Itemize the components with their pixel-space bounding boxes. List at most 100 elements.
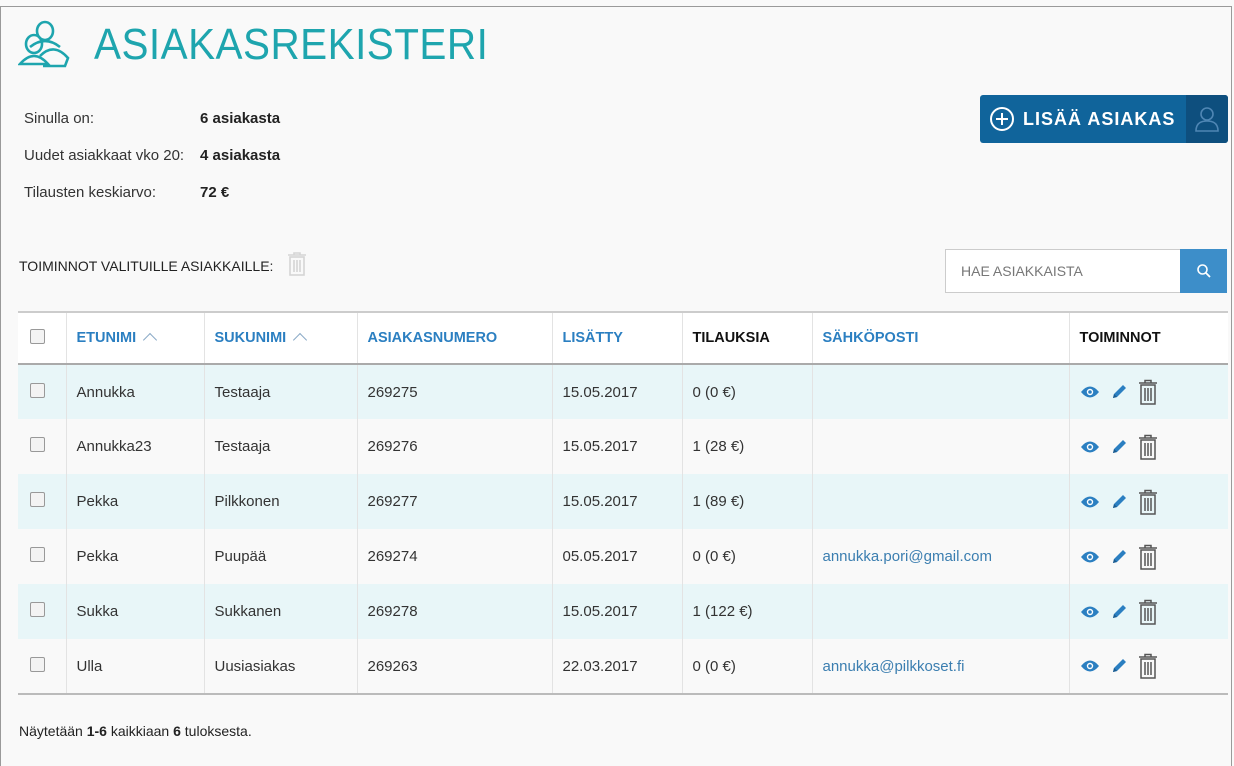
add-customer-button[interactable]: LISÄÄ ASIAKAS xyxy=(980,95,1228,143)
cell-actions xyxy=(1069,639,1228,694)
search-icon xyxy=(1196,264,1211,278)
stat-label: Uudet asiakkaat vko 20: xyxy=(24,147,185,164)
cell-email[interactable]: annukka@pilkkoset.fi xyxy=(812,639,1070,694)
edit-icon[interactable] xyxy=(1110,548,1128,566)
cell-email[interactable] xyxy=(812,584,1070,639)
row-select-cell xyxy=(18,364,67,419)
column-header-firstname[interactable]: ETUNIMI xyxy=(66,312,205,364)
stat-row: Tilausten keskiarvo: 72 € xyxy=(24,174,280,211)
view-icon[interactable] xyxy=(1080,550,1100,564)
table-row: Pekka Pilkkonen 269277 15.05.2017 1 (89 €) xyxy=(18,474,1228,529)
bulk-delete-icon[interactable] xyxy=(287,252,307,279)
view-icon[interactable] xyxy=(1080,385,1100,399)
select-all-checkbox[interactable] xyxy=(30,328,45,344)
page-header: ASIAKASREKISTERI xyxy=(18,20,523,70)
search-input[interactable] xyxy=(945,249,1180,293)
row-checkbox[interactable] xyxy=(30,437,45,452)
cell-email[interactable] xyxy=(812,419,1070,474)
view-icon[interactable] xyxy=(1080,605,1100,619)
cell-added: 05.05.2017 xyxy=(552,529,683,584)
results-range: 1-6 xyxy=(86,723,107,739)
row-checkbox[interactable] xyxy=(30,382,45,398)
page-title: ASIAKASREKISTERI xyxy=(94,20,489,69)
stat-label: Sinulla on: xyxy=(24,110,95,127)
row-select-cell xyxy=(18,529,67,584)
cell-actions xyxy=(1069,364,1228,419)
delete-icon[interactable] xyxy=(1138,489,1158,515)
stat-value: 4 asiakasta xyxy=(200,147,281,164)
cell-added: 22.03.2017 xyxy=(552,639,683,694)
cell-actions xyxy=(1069,419,1228,474)
search-button[interactable] xyxy=(1180,249,1227,293)
cell-firstname: Annukka23 xyxy=(66,419,205,474)
cell-firstname: Pekka xyxy=(66,474,205,529)
delete-icon[interactable] xyxy=(1138,434,1158,460)
edit-icon[interactable] xyxy=(1110,657,1128,675)
cell-orders: 1 (122 €) xyxy=(682,584,813,639)
cell-orders: 1 (28 €) xyxy=(682,419,813,474)
results-prefix: Näytetään xyxy=(19,723,83,739)
cell-firstname: Annukka xyxy=(66,364,205,419)
row-checkbox[interactable] xyxy=(30,602,45,617)
table-row: Pekka Puupää 269274 05.05.2017 0 (0 €) annukk… xyxy=(18,529,1228,584)
cell-orders: 0 (0 €) xyxy=(682,529,813,584)
row-select-cell xyxy=(18,419,67,474)
cell-lastname: Testaaja xyxy=(204,364,358,419)
cell-email[interactable] xyxy=(812,364,1070,419)
column-header-actions: TOIMINNOT xyxy=(1079,330,1161,346)
bulk-actions-label: TOIMINNOT VALITUILLE ASIAKKAILLE: xyxy=(19,257,274,274)
column-header-number[interactable]: ASIAKASNUMERO xyxy=(357,312,553,364)
table-header-row: ETUNIMI SUKUNIMI ASIAKASNUMERO LISÄTTY T… xyxy=(18,312,1228,364)
cell-firstname: Pekka xyxy=(66,529,205,584)
cell-number: 269275 xyxy=(357,364,553,419)
edit-icon[interactable] xyxy=(1110,383,1128,401)
stat-row: Sinulla on: 6 asiakasta xyxy=(24,100,280,137)
column-header-orders: TILAUKSIA xyxy=(682,312,813,364)
add-customer-label: LISÄÄ ASIAKAS xyxy=(1023,108,1176,129)
column-header-email[interactable]: SÄHKÖPOSTI xyxy=(812,312,1070,364)
delete-icon[interactable] xyxy=(1138,653,1158,679)
customers-icon xyxy=(18,20,70,68)
cell-added: 15.05.2017 xyxy=(552,364,683,419)
delete-icon[interactable] xyxy=(1138,599,1158,625)
cell-firstname: Sukka xyxy=(66,584,205,639)
customer-search xyxy=(945,249,1227,293)
results-total: 6 xyxy=(173,723,181,739)
table-row: Ulla Uusiasiakas 269263 22.03.2017 0 (0 €) an… xyxy=(18,639,1228,694)
edit-icon[interactable] xyxy=(1110,493,1128,511)
cell-email[interactable] xyxy=(812,474,1070,529)
edit-icon[interactable] xyxy=(1110,438,1128,456)
edit-icon[interactable] xyxy=(1110,603,1128,621)
cell-email[interactable]: annukka.pori@gmail.com xyxy=(812,529,1070,584)
stat-value: 72 € xyxy=(200,184,230,201)
view-icon[interactable] xyxy=(1080,495,1100,509)
table-row: Annukka Testaaja 269275 15.05.2017 0 (0 €) xyxy=(18,364,1228,419)
cell-number: 269278 xyxy=(357,584,553,639)
row-select-cell xyxy=(18,474,67,529)
results-summary: Näytetään 1-6 kaikkiaan 6 tuloksesta. xyxy=(19,723,252,739)
view-icon[interactable] xyxy=(1080,440,1100,454)
row-checkbox[interactable] xyxy=(30,492,45,507)
cell-number: 269276 xyxy=(357,419,553,474)
cell-added: 15.05.2017 xyxy=(552,419,683,474)
row-checkbox[interactable] xyxy=(30,547,45,562)
view-icon[interactable] xyxy=(1080,659,1100,673)
cell-actions xyxy=(1069,529,1228,584)
cell-lastname: Puupää xyxy=(204,529,358,584)
cell-orders: 1 (89 €) xyxy=(682,474,813,529)
delete-icon[interactable] xyxy=(1138,379,1158,405)
column-header-lastname[interactable]: SUKUNIMI xyxy=(204,312,358,364)
plus-circle-icon xyxy=(990,107,1014,131)
column-header-added[interactable]: LISÄTTY xyxy=(552,312,683,364)
cell-lastname: Pilkkonen xyxy=(204,474,358,529)
cell-number: 269263 xyxy=(357,639,553,694)
cell-number: 269274 xyxy=(357,529,553,584)
cell-added: 15.05.2017 xyxy=(552,474,683,529)
cell-added: 15.05.2017 xyxy=(552,584,683,639)
stat-value: 6 asiakasta xyxy=(200,110,281,127)
cell-firstname: Ulla xyxy=(66,639,205,694)
delete-icon[interactable] xyxy=(1138,544,1158,570)
row-checkbox[interactable] xyxy=(30,656,45,672)
table-row: Sukka Sukkanen 269278 15.05.2017 1 (122 €) xyxy=(18,584,1228,639)
table-row: Annukka23 Testaaja 269276 15.05.2017 1 (28 €… xyxy=(18,419,1228,474)
